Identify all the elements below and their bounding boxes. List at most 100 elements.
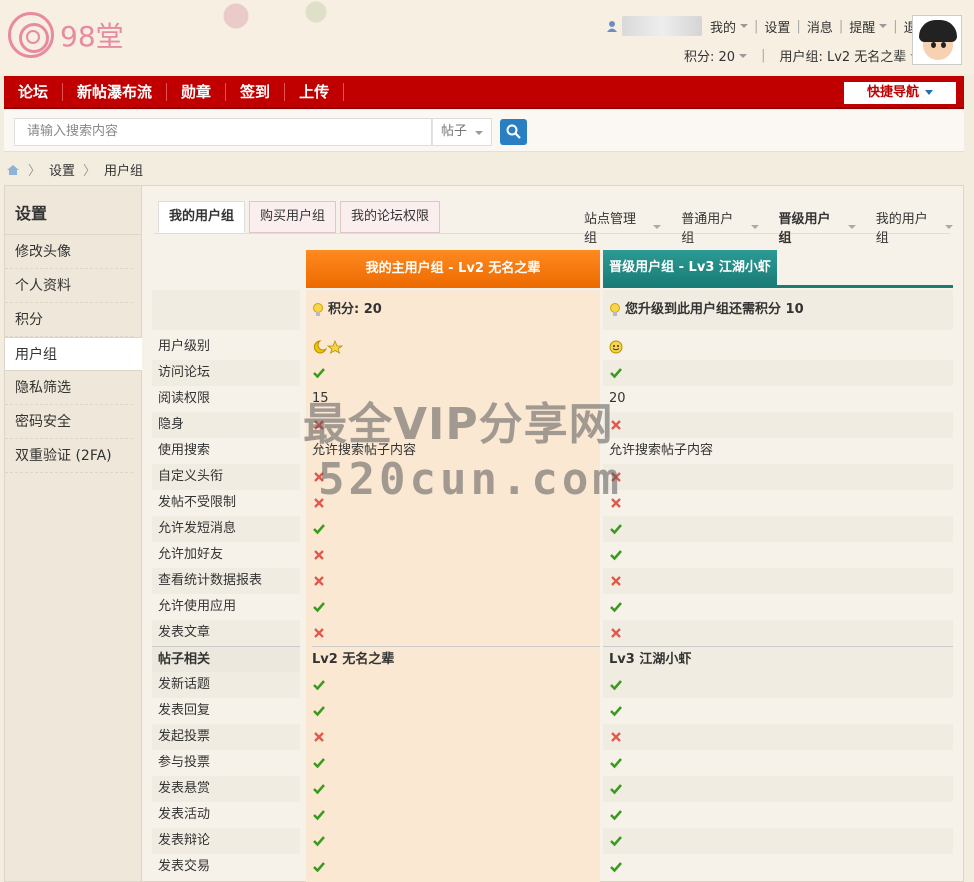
next-permission-cell bbox=[603, 620, 953, 646]
cross-icon bbox=[314, 549, 324, 560]
nav-medals[interactable]: 勋章 bbox=[167, 82, 227, 101]
next-permission-cell: 20 bbox=[609, 391, 626, 406]
menu-messages[interactable]: 消息 bbox=[807, 17, 833, 36]
search-button[interactable] bbox=[500, 119, 527, 145]
check-icon bbox=[313, 367, 325, 378]
tab-buy-usergroup[interactable]: 购买用户组 bbox=[249, 201, 337, 233]
permission-label: 发起投票 bbox=[152, 724, 300, 750]
points-link[interactable]: 积分: 20 bbox=[684, 46, 735, 65]
current-points: 积分: 20 bbox=[312, 290, 600, 330]
current-permission-cell bbox=[312, 698, 600, 724]
user-stats: 积分: 20 | 用户组: Lv2 无名之辈 bbox=[684, 46, 919, 65]
check-icon bbox=[610, 523, 622, 534]
quick-nav-button[interactable]: 快捷导航 bbox=[844, 82, 956, 104]
quick-nav-label: 快捷导航 bbox=[866, 85, 919, 100]
next-points: 您升级到此用户组还需积分 10 bbox=[603, 290, 953, 330]
permission-label: 自定义头衔 bbox=[152, 464, 300, 490]
next-permission-cell bbox=[603, 724, 953, 750]
rose-logo-icon bbox=[8, 12, 54, 58]
nav-upload[interactable]: 上传 bbox=[285, 82, 345, 101]
sidebar-item-profile[interactable]: 个人资料 bbox=[5, 269, 133, 303]
next-permission-cell bbox=[603, 750, 953, 776]
next-permission-cell bbox=[603, 828, 953, 854]
rtab-mine[interactable]: 我的用户组 bbox=[866, 208, 963, 246]
permission-label: 发表活动 bbox=[158, 807, 211, 822]
search-input[interactable]: 请输入搜索内容 bbox=[14, 118, 432, 146]
group-filter-tabs: 站点管理组 普通用户组 晋级用户组 我的用户组 bbox=[574, 208, 963, 246]
chevron-down-icon bbox=[475, 131, 483, 135]
check-icon bbox=[313, 783, 325, 794]
current-permission-cell bbox=[312, 594, 600, 620]
next-permission-cell: Lv3 江湖小虾 bbox=[603, 646, 953, 672]
home-icon bbox=[7, 164, 19, 175]
main-nav: 论坛 新帖瀑布流 勋章 签到 上传 快捷导航 bbox=[4, 76, 964, 109]
next-permission-cell bbox=[603, 464, 953, 490]
next-points-text: 您升级到此用户组还需积分 10 bbox=[625, 302, 804, 317]
menu-settings[interactable]: 设置 bbox=[764, 17, 790, 36]
next-permission-cell bbox=[603, 802, 953, 828]
username-redacted[interactable] bbox=[622, 16, 702, 36]
sidebar-item-password[interactable]: 密码安全 bbox=[5, 405, 133, 439]
check-icon bbox=[610, 705, 622, 716]
menu-my[interactable]: 我的 bbox=[710, 17, 736, 36]
check-icon bbox=[610, 809, 622, 820]
bulb-icon bbox=[313, 302, 323, 316]
search-type-value: 帖子 bbox=[441, 124, 468, 139]
sidebar-item-usergroup[interactable]: 用户组 bbox=[5, 337, 142, 371]
permission-label: 隐身 bbox=[152, 412, 300, 438]
permission-label: 允许发短消息 bbox=[152, 516, 300, 542]
cross-icon bbox=[314, 731, 324, 742]
permission-label: 阅读权限 bbox=[158, 391, 211, 406]
watermark-line1: 最全VIP分享网 bbox=[303, 399, 614, 450]
next-permission-cell bbox=[603, 412, 953, 438]
next-permission-cell bbox=[603, 568, 953, 594]
check-icon bbox=[610, 549, 622, 560]
rtab-admin[interactable]: 站点管理组 bbox=[574, 208, 671, 246]
current-permission-cell bbox=[312, 724, 600, 750]
menu-reminders[interactable]: 提醒 bbox=[849, 17, 875, 36]
search-icon bbox=[506, 124, 521, 139]
moon-star-icon bbox=[313, 339, 344, 354]
current-permission-cell bbox=[312, 516, 600, 542]
next-permission-cell bbox=[603, 698, 953, 724]
tab-forum-permissions[interactable]: 我的论坛权限 bbox=[340, 201, 441, 233]
settings-sidebar: 设置 修改头像 个人资料 积分 用户组 隐私筛选 密码安全 双重验证 (2FA) bbox=[4, 185, 142, 882]
permission-label: 发帖不受限制 bbox=[158, 495, 237, 510]
next-permission-cell bbox=[603, 542, 953, 568]
sidebar-item-points[interactable]: 积分 bbox=[5, 303, 133, 337]
next-permission-cell bbox=[603, 594, 953, 620]
current-permission-cell bbox=[312, 828, 600, 854]
cross-icon bbox=[314, 627, 324, 638]
column-header-current: 我的主用户组 - Lv2 无名之辈 bbox=[306, 250, 600, 288]
sidebar-item-2fa[interactable]: 双重验证 (2FA) bbox=[5, 439, 133, 473]
next-permission-cell bbox=[603, 360, 953, 386]
permission-label: 访问论坛 bbox=[152, 360, 300, 386]
header-decoration bbox=[140, 0, 460, 40]
check-icon bbox=[313, 601, 325, 612]
usergroup-link[interactable]: 用户组: Lv2 无名之辈 bbox=[779, 46, 906, 65]
permission-label: 发表回复 bbox=[158, 703, 211, 718]
check-icon bbox=[610, 367, 622, 378]
nav-forum[interactable]: 论坛 bbox=[4, 82, 64, 101]
search-type-select[interactable]: 帖子 bbox=[432, 118, 492, 146]
breadcrumb-settings[interactable]: 设置 bbox=[49, 160, 75, 179]
avatar[interactable] bbox=[912, 15, 962, 65]
points-row-label bbox=[152, 290, 300, 330]
sidebar-item-avatar[interactable]: 修改头像 bbox=[5, 235, 133, 269]
main-panel: 我的用户组 购买用户组 我的论坛权限 站点管理组 普通用户组 晋级用户组 我的用… bbox=[142, 185, 964, 882]
current-permission-cell bbox=[312, 568, 600, 594]
nav-checkin[interactable]: 签到 bbox=[226, 82, 286, 101]
permission-label: 帖子相关 bbox=[152, 646, 300, 672]
permission-label: 发表悬赏 bbox=[152, 776, 300, 802]
rtab-normal[interactable]: 普通用户组 bbox=[671, 208, 768, 246]
tab-bar: 我的用户组 购买用户组 我的论坛权限 bbox=[158, 201, 444, 233]
permission-label: 允许加好友 bbox=[158, 547, 224, 562]
sidebar-title: 设置 bbox=[5, 186, 141, 235]
tab-my-usergroup[interactable]: 我的用户组 bbox=[158, 201, 246, 233]
site-logo[interactable]: 98堂 bbox=[8, 12, 124, 58]
nav-waterfall[interactable]: 新帖瀑布流 bbox=[63, 82, 168, 101]
current-permission-cell bbox=[312, 360, 600, 386]
current-permission-cell bbox=[312, 620, 600, 646]
sidebar-item-privacy[interactable]: 隐私筛选 bbox=[5, 371, 133, 405]
rtab-promotion[interactable]: 晋级用户组 bbox=[769, 208, 866, 246]
